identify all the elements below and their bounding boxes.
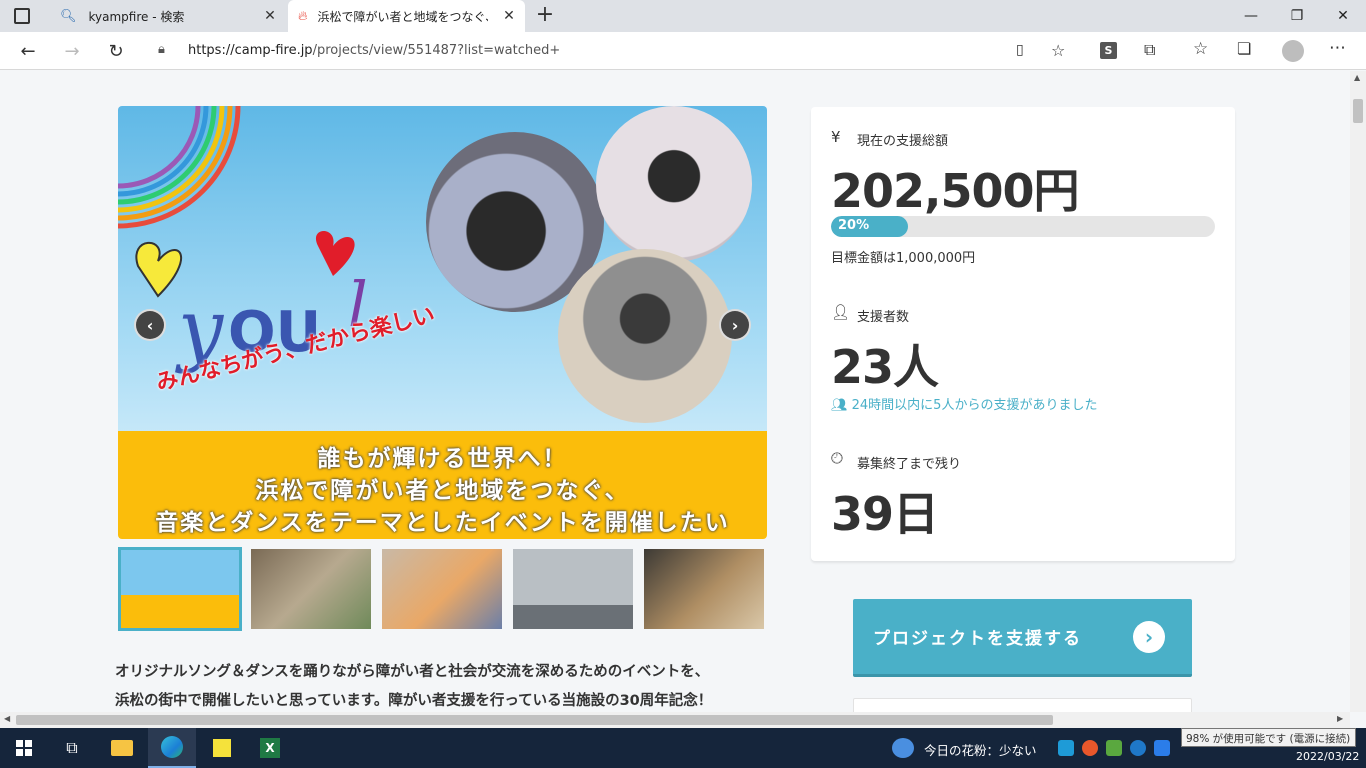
lock-icon: 🔒︎ — [158, 42, 165, 57]
scroll-up-arrow[interactable]: ▲ — [1354, 73, 1360, 82]
edge-browser-icon[interactable] — [148, 728, 196, 768]
extensions-icon[interactable]: ⧉ — [1144, 40, 1155, 60]
horizontal-scroll-thumb[interactable] — [16, 715, 1053, 725]
tray-update-icon[interactable] — [1082, 740, 1098, 756]
browser-tab-bar: 🔍︎ kyampfire - 検索 ✕ 🔥︎ 浜松で障がい者と地域をつなぐ、音楽… — [0, 0, 1366, 32]
sticky-notes-icon[interactable] — [198, 728, 246, 768]
scroll-right-arrow[interactable]: ▶ — [1337, 714, 1343, 723]
project-main-image: y OU l みんなちがう、だから楽しい ‹ › 誰もが輝ける世界へ！ 浜松で障… — [118, 106, 767, 539]
start-button[interactable] — [0, 728, 48, 768]
description-line-2: 浜松の街中で開催したいと思っています。障がい者支援を行っている当施設の30周年記… — [115, 693, 713, 709]
progress-percent: 20% — [838, 218, 870, 233]
close-tab-icon[interactable]: ✕ — [262, 8, 278, 24]
new-tab-button[interactable]: + — [534, 4, 556, 26]
battery-tooltip: 98% が使用可能です (電源に接続) — [1181, 728, 1356, 747]
windows-taskbar: ⧉ X 今日の花粉：少ない 2022/03/22 — [0, 728, 1366, 768]
folder-icon — [111, 740, 133, 756]
photo-child-crafting — [558, 249, 732, 423]
collections-icon[interactable]: ❏ — [1237, 39, 1251, 58]
thumbnail-5[interactable] — [642, 547, 766, 631]
note-icon — [213, 739, 231, 757]
next-image-button[interactable]: › — [721, 311, 749, 339]
goal-amount: 目標金額は1,000,000円 — [831, 251, 976, 266]
support-button-label: プロジェクトを支援する — [873, 629, 1082, 649]
address-bar[interactable]: 🔒︎ https://camp-fire.jp/projects/view/55… — [144, 36, 1084, 66]
file-explorer-icon[interactable] — [98, 728, 146, 768]
back-button[interactable]: ← — [13, 36, 43, 66]
tray-app-icon[interactable] — [1058, 740, 1074, 756]
tray-security-icon[interactable] — [1106, 740, 1122, 756]
total-value: 202,500円 — [831, 164, 1080, 218]
banner-line-1: 誰もが輝ける世界へ！ — [317, 446, 568, 472]
description-line-1: オリジナルソング＆ダンスを踊りながら障がい者と社会が交流を深めるためのイベントを… — [115, 664, 710, 680]
yen-icon: ¥ — [831, 128, 841, 146]
page-content: y OU l みんなちがう、だから楽しい ‹ › 誰もが輝ける世界へ！ 浜松で障… — [0, 71, 1350, 712]
close-window-button[interactable]: ✕ — [1320, 0, 1366, 32]
remaining-value: 39日 — [831, 487, 939, 541]
scroll-left-arrow[interactable]: ◀ — [4, 714, 10, 723]
edge-icon — [161, 736, 183, 758]
url-text: https://camp-fire.jp/projects/view/55148… — [188, 43, 561, 58]
taskbar-date[interactable]: 2022/03/22 — [1296, 750, 1359, 763]
tab-actions-icon[interactable] — [14, 8, 30, 24]
total-label: 現在の支援総額 — [857, 134, 949, 149]
extension-s-icon[interactable]: S — [1100, 42, 1117, 59]
excel-icon[interactable]: X — [246, 728, 294, 768]
windows-logo-icon — [16, 740, 32, 756]
vertical-scroll-thumb[interactable] — [1353, 99, 1363, 123]
add-favorite-icon[interactable]: ☆ — [1051, 41, 1065, 60]
profile-avatar[interactable] — [1282, 40, 1304, 62]
tray-hp-icon[interactable] — [1130, 740, 1146, 756]
more-menu-icon[interactable]: ⋯ — [1329, 38, 1346, 58]
reader-mode-icon[interactable]: ▯ — [1016, 42, 1024, 58]
minimize-button[interactable]: — — [1228, 0, 1274, 32]
tab-title: kyampfire - 検索 — [88, 9, 185, 24]
funding-progress-bar: 20% — [831, 216, 1215, 237]
tab-search[interactable]: 🔍︎ kyampfire - 検索 ✕ — [50, 0, 286, 32]
favorites-icon[interactable]: ☆ — [1193, 39, 1208, 59]
close-tab-icon[interactable]: ✕ — [501, 8, 517, 24]
tab-title: 浜松で障がい者と地域をつなぐ、音楽 — [317, 9, 488, 24]
forward-button[interactable]: → — [57, 36, 87, 66]
prev-image-button[interactable]: ‹ — [136, 311, 164, 339]
restore-button[interactable]: ❐ — [1274, 0, 1320, 32]
refresh-button[interactable]: ↻ — [101, 36, 131, 66]
photo-child-standing — [596, 106, 752, 262]
tab-campfire[interactable]: 🔥︎ 浜松で障がい者と地域をつなぐ、音楽 ✕ — [288, 0, 525, 32]
bluetooth-icon[interactable] — [1154, 740, 1170, 756]
campfire-flame-icon: 🔥︎ — [298, 8, 308, 24]
next-panel — [853, 698, 1192, 712]
clock-icon: 🕘︎ — [831, 449, 843, 467]
thumbnail-2[interactable] — [249, 547, 373, 631]
banner-line-2: 浜松で障がい者と地域をつなぐ、 — [255, 478, 630, 504]
chevron-right-icon: › — [1133, 621, 1165, 653]
pollen-forecast[interactable]: 今日の花粉：少ない — [924, 740, 1037, 759]
remaining-label: 募集終了まで残り — [857, 457, 962, 472]
recent-backers-icon: 👥︎ — [831, 398, 852, 413]
task-view-button[interactable]: ⧉ — [48, 728, 96, 768]
backers-label: 支援者数 — [857, 310, 910, 325]
weather-face-icon[interactable] — [892, 738, 914, 758]
rainbow-decoration — [118, 106, 241, 229]
hero-banner: 誰もが輝ける世界へ！ 浜松で障がい者と地域をつなぐ、 音楽とダンスをテーマとした… — [118, 431, 767, 539]
thumbnail-1[interactable] — [118, 547, 242, 631]
thumbnail-3[interactable] — [380, 547, 504, 631]
excel-logo-icon: X — [260, 738, 280, 758]
funding-stats-card: ¥ 現在の支援総額 202,500円 20% 目標金額は1,000,000円 👤… — [811, 107, 1235, 561]
vertical-scrollbar[interactable]: ▲ — [1350, 71, 1366, 712]
support-project-button[interactable]: プロジェクトを支援する › — [853, 599, 1192, 677]
banner-line-3: 音楽とダンスをテーマとしたイベントを開催したい — [155, 510, 730, 536]
backers-value: 23人 — [831, 340, 939, 394]
thumbnail-4[interactable] — [511, 547, 635, 631]
browser-toolbar: ← → ↻ 🔒︎ https://camp-fire.jp/projects/v… — [0, 32, 1366, 70]
recent-backers: 👥︎ 24時間以内に5人からの支援がありました — [831, 398, 1098, 413]
search-icon: 🔍︎ — [60, 8, 77, 24]
person-icon: 👤︎ — [831, 303, 851, 321]
horizontal-scrollbar[interactable]: ◀ ▶ — [0, 712, 1350, 728]
